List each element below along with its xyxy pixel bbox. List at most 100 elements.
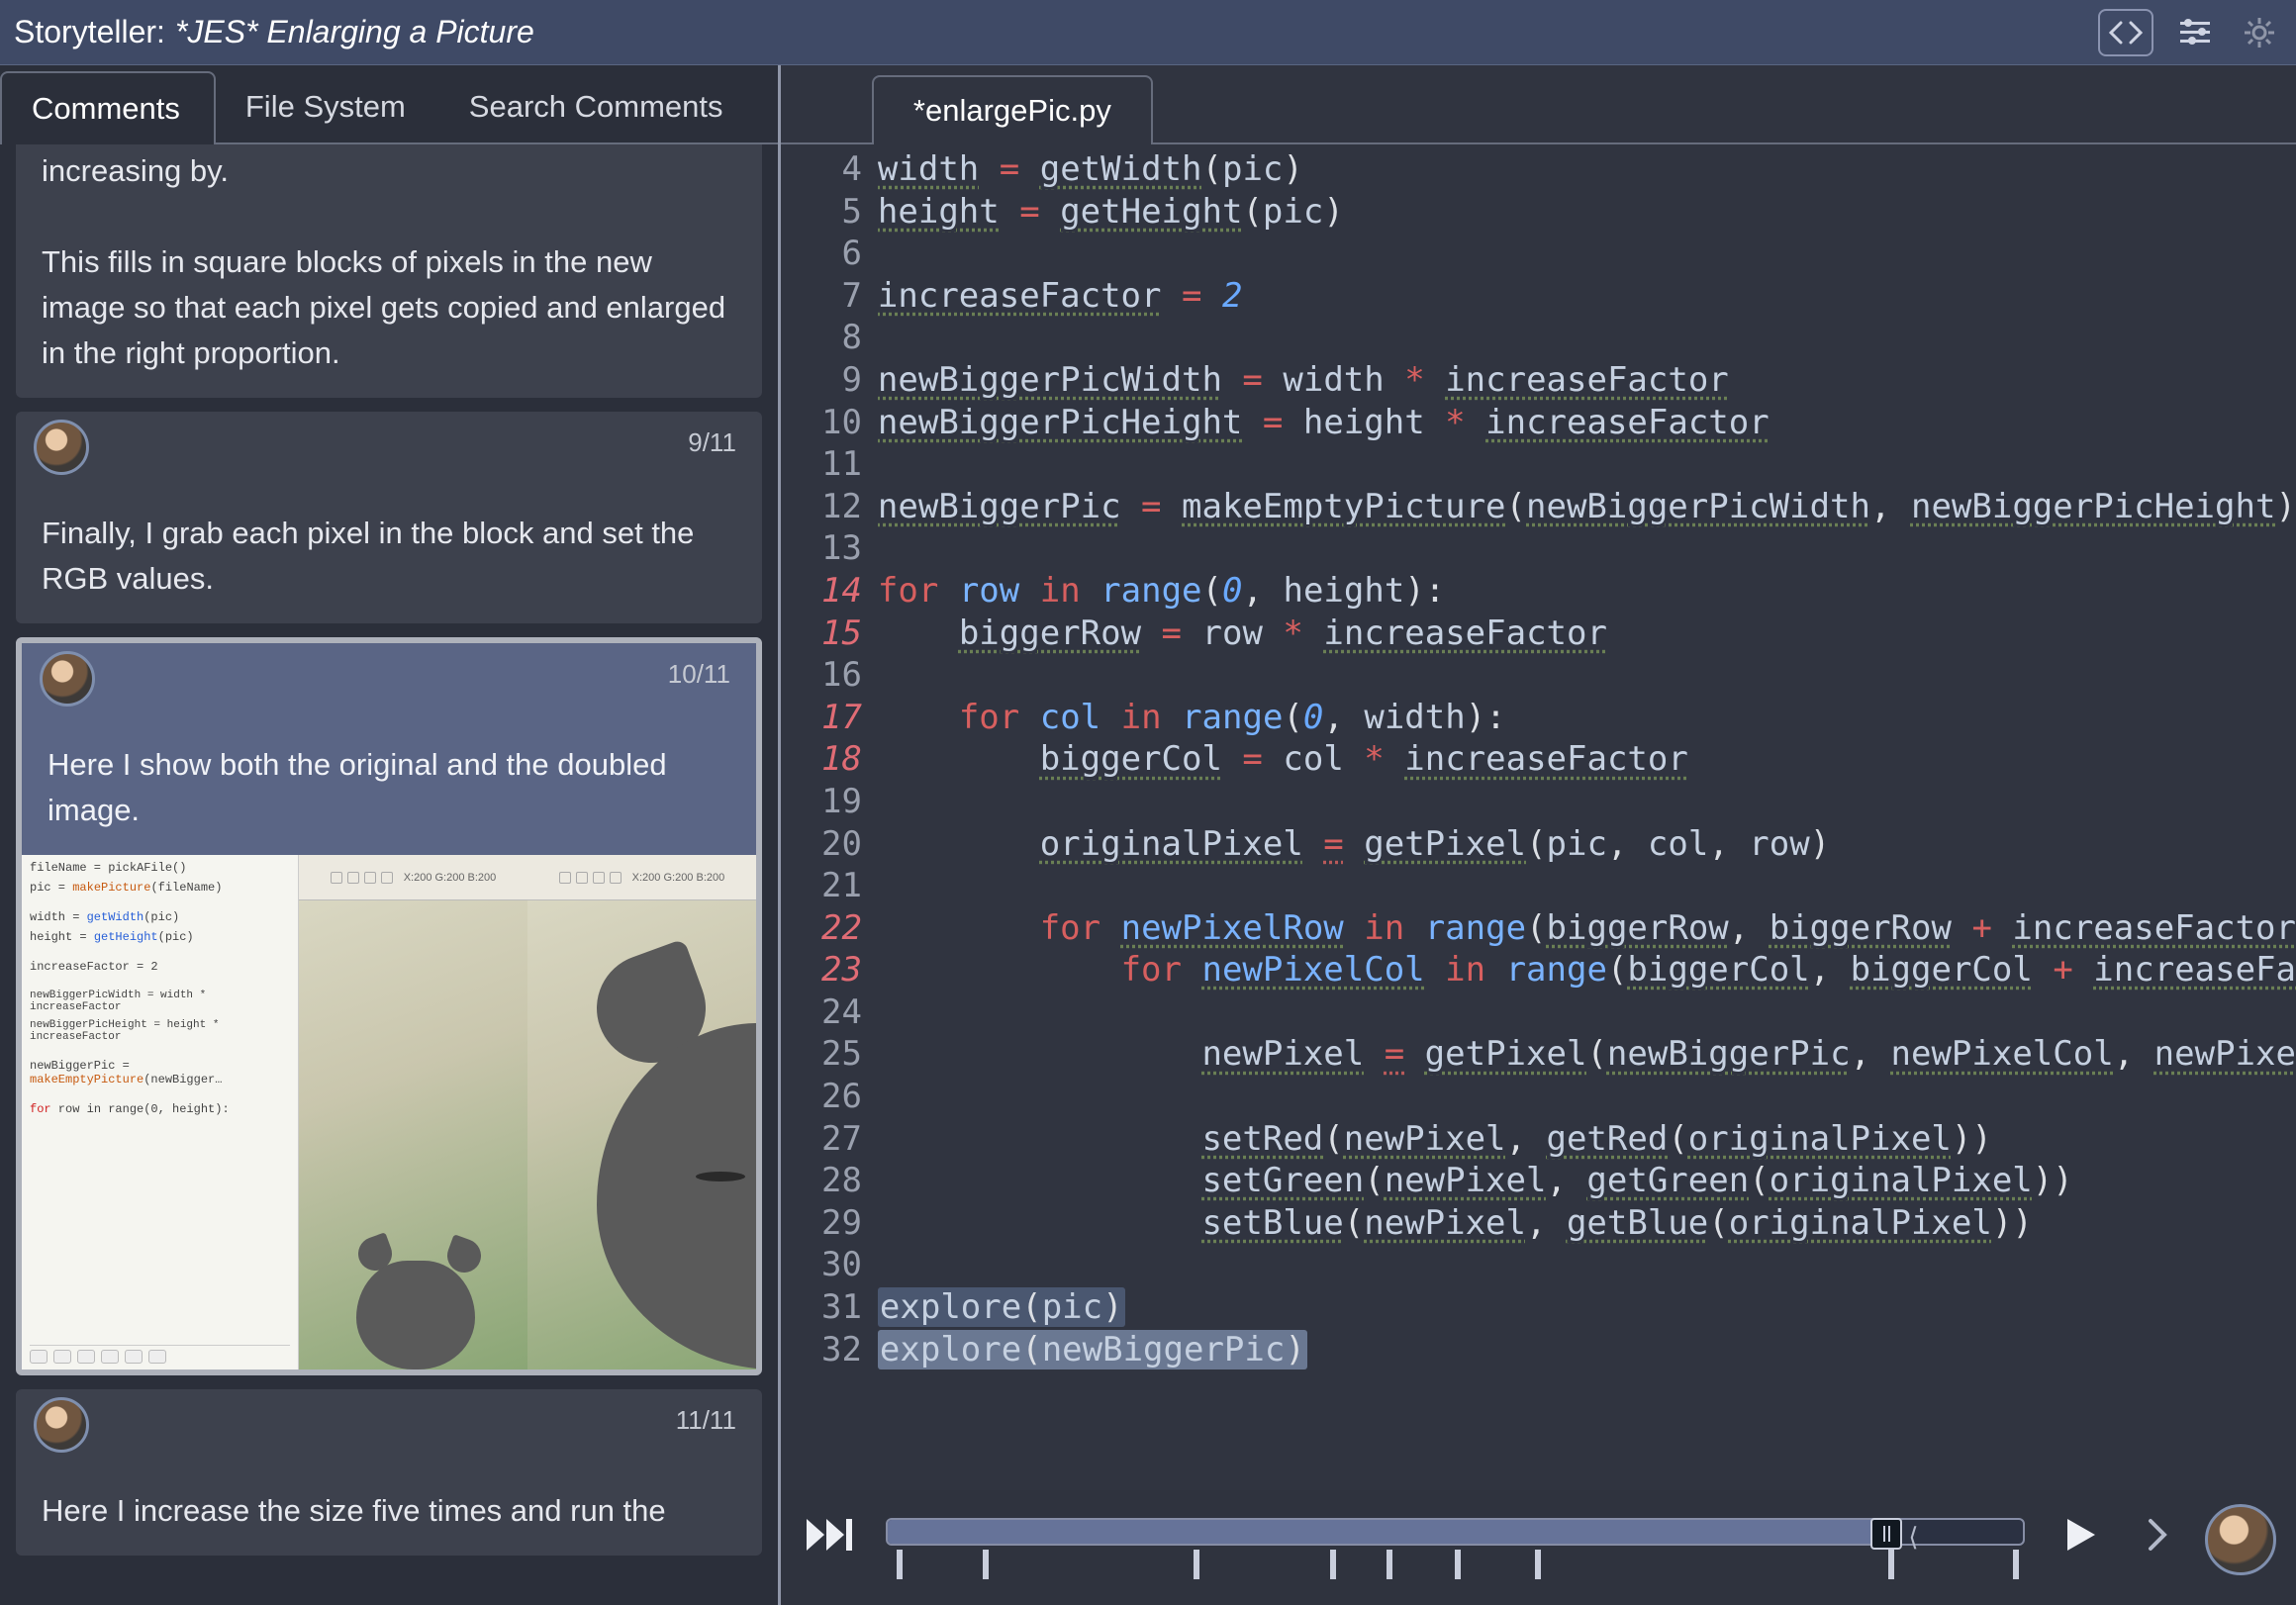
line-number: 10: [781, 402, 862, 444]
thumb-token: makeEmptyPicture: [30, 1073, 144, 1086]
comment-9[interactable]: 9/11 Finally, I grab each pixel in the b…: [16, 412, 762, 623]
comment-10-selected[interactable]: 10/11 Here I show both the original and …: [16, 637, 762, 1375]
line-number: 16: [781, 654, 862, 697]
line-number: 30: [781, 1244, 862, 1286]
thumb-token: getHeight: [94, 930, 158, 944]
comment-counter: 11/11: [676, 1405, 736, 1436]
line-number: 6: [781, 233, 862, 275]
playback-track[interactable]: ⟨: [886, 1518, 2025, 1583]
thumb-line: fileName = pickAFile(): [30, 861, 290, 875]
playback-handle[interactable]: [1870, 1518, 1902, 1550]
playback-fill: [888, 1520, 1886, 1544]
skip-forward-icon[interactable]: [801, 1506, 858, 1563]
playback-tick[interactable]: [1194, 1550, 1199, 1579]
line-number: 7: [781, 275, 862, 318]
line-number: 20: [781, 823, 862, 866]
avatar: [40, 651, 95, 707]
comment-image[interactable]: fileName = pickAFile() pic = makePicture…: [22, 855, 756, 1369]
line-number: 25: [781, 1033, 862, 1076]
line-number: 13: [781, 527, 862, 570]
comment-11[interactable]: 11/11 Here I increase the size five time…: [16, 1389, 762, 1556]
line-number: 15: [781, 613, 862, 655]
line-number: 32: [781, 1329, 862, 1371]
line-number: 12: [781, 486, 862, 528]
line-gutter: 4 5 6 7 8 9 10 11 12 13 14 15 16 17 18 1…: [781, 144, 878, 1490]
line-number: 21: [781, 865, 862, 907]
playback-tick[interactable]: [2013, 1550, 2019, 1579]
playback-tick[interactable]: [1330, 1550, 1336, 1579]
left-tabs: Comments File System Search Comments: [0, 65, 778, 144]
chevron-right-icon[interactable]: [2138, 1506, 2177, 1563]
line-number: 8: [781, 317, 862, 359]
line-number: 4: [781, 148, 862, 191]
thumb-line: row in range(0, height):: [51, 1102, 230, 1116]
comment-body: Finally, I grab each pixel in the block …: [42, 511, 736, 602]
thumb-line: pic =: [30, 881, 72, 895]
code-view-icon[interactable]: [2098, 9, 2153, 56]
thumb-line: newBiggerPicHeight = height * increaseFa…: [30, 1019, 290, 1043]
comment-body: Here I show both the original and the do…: [48, 742, 730, 833]
chevron-left-icon[interactable]: ⟨: [1908, 1522, 1918, 1553]
line-number: 26: [781, 1076, 862, 1118]
line-number: 17: [781, 697, 862, 739]
thumb-code-panel: fileName = pickAFile() pic = makePicture…: [22, 855, 299, 1369]
line-number: 29: [781, 1202, 862, 1245]
line-number: 19: [781, 781, 862, 823]
tab-enlargepic[interactable]: *enlargePic.py: [872, 75, 1153, 144]
code-content[interactable]: width = getWidth(pic) height = getHeight…: [878, 148, 2296, 1370]
tab-search-comments[interactable]: Search Comments: [439, 71, 757, 142]
playback-tick[interactable]: [983, 1550, 989, 1579]
avatar: [34, 420, 89, 475]
app-title: Storyteller: *JES* Enlarging a Picture: [14, 14, 534, 50]
thumb-line: width =: [30, 910, 87, 924]
thumb-line: (pic): [158, 930, 194, 944]
app-name: Storyteller:: [14, 14, 165, 50]
playback-tick[interactable]: [1455, 1550, 1461, 1579]
thumb-line: (pic): [144, 910, 179, 924]
line-number: 22: [781, 907, 862, 950]
comment-counter: 9/11: [688, 427, 736, 458]
line-number: 27: [781, 1118, 862, 1161]
thumb-line: newBiggerPic =: [30, 1059, 130, 1073]
playback-tick[interactable]: [1888, 1550, 1894, 1579]
thumb-line: increaseFactor = 2: [30, 960, 290, 974]
code-editor[interactable]: 4 5 6 7 8 9 10 11 12 13 14 15 16 17 18 1…: [781, 144, 2296, 1490]
line-number: 18: [781, 738, 862, 781]
thumb-line: (fileName): [150, 881, 222, 895]
line-number: 24: [781, 991, 862, 1034]
editor-tabs: *enlargePic.py: [781, 65, 2296, 144]
playback-tick[interactable]: [897, 1550, 903, 1579]
thumb-token: getWidth: [87, 910, 144, 924]
playback-ticks: [886, 1550, 2025, 1583]
thumb-token: makePicture: [72, 881, 150, 895]
doc-name: *JES* Enlarging a Picture: [175, 14, 534, 50]
thumb-line: newBiggerPicWidth = width * increaseFact…: [30, 990, 290, 1013]
tab-file-system[interactable]: File System: [216, 71, 439, 142]
comment-list[interactable]: increasing by. This fills in square bloc…: [0, 144, 778, 1605]
line-number: 23: [781, 949, 862, 991]
titlebar-actions: [2098, 9, 2282, 56]
avatar[interactable]: [2205, 1504, 2276, 1575]
thumb-line: height =: [30, 930, 94, 944]
right-panel: *enlargePic.py 4 5 6 7 8 9 10 11 12 13 1…: [781, 65, 2296, 1605]
playback-tick[interactable]: [1387, 1550, 1392, 1579]
tab-comments[interactable]: Comments: [0, 71, 216, 144]
line-number: 14: [781, 570, 862, 613]
titlebar: Storyteller: *JES* Enlarging a Picture: [0, 0, 2296, 65]
line-number: 5: [781, 191, 862, 234]
thumb-toolbar: [30, 1345, 290, 1364]
gear-icon[interactable]: [2237, 9, 2282, 56]
avatar: [34, 1397, 89, 1453]
line-number: 28: [781, 1160, 862, 1202]
line-number: 9: [781, 359, 862, 402]
comment-counter: 10/11: [668, 659, 730, 690]
comment-partial[interactable]: increasing by. This fills in square bloc…: [16, 144, 762, 398]
settings-panel-icon[interactable]: [2167, 9, 2223, 56]
playback-tick[interactable]: [1535, 1550, 1541, 1579]
playback-bar: ⟨: [781, 1490, 2296, 1605]
left-panel: Comments File System Search Comments inc…: [0, 65, 781, 1605]
line-number: 31: [781, 1286, 862, 1329]
comment-body: increasing by. This fills in square bloc…: [42, 148, 736, 376]
play-icon[interactable]: [2053, 1506, 2110, 1563]
line-number: 11: [781, 443, 862, 486]
